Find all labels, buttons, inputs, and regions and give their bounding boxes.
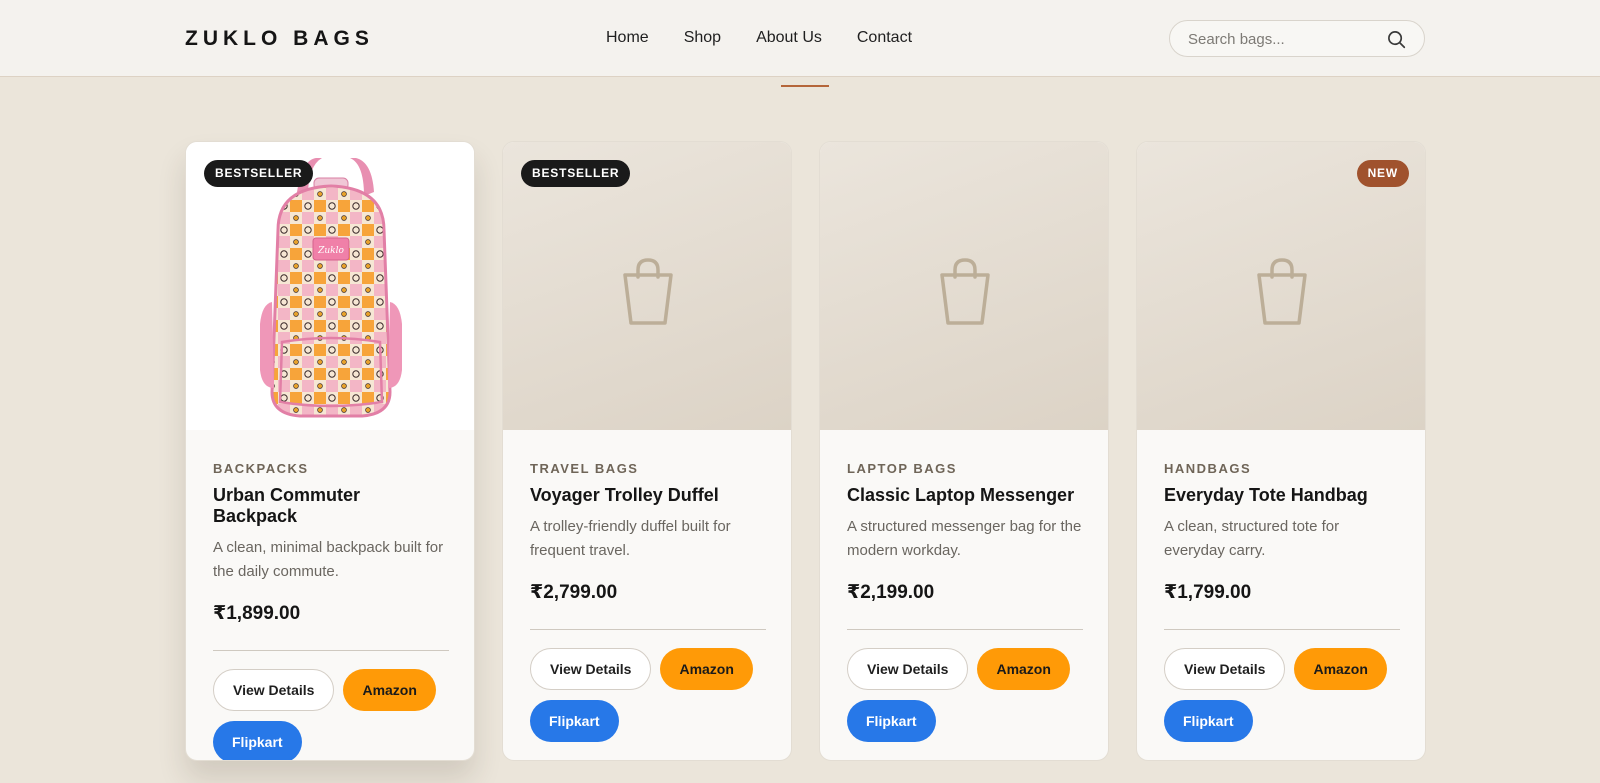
shopping-bag-icon bbox=[940, 258, 990, 325]
product-name[interactable]: Urban Commuter Backpack bbox=[213, 485, 449, 527]
product-price: ₹1,899.00 bbox=[213, 603, 301, 624]
product-category: BACKPACKS bbox=[213, 461, 309, 476]
product-price: ₹1,799.00 bbox=[1164, 582, 1252, 603]
backpack-photo: Zuklo bbox=[260, 158, 402, 418]
card-actions: View Details Amazon Flipkart bbox=[530, 648, 766, 742]
section-accent-line bbox=[781, 85, 829, 87]
card-actions: View Details Amazon Flipkart bbox=[1164, 648, 1400, 742]
product-image[interactable]: BESTSELLER bbox=[503, 142, 791, 430]
product-category: LAPTOP BAGS bbox=[847, 461, 957, 476]
product-image[interactable]: Zuklo BESTSELLER bbox=[186, 142, 474, 430]
card-divider bbox=[530, 629, 766, 630]
product-price: ₹2,799.00 bbox=[530, 582, 618, 603]
nav-contact[interactable]: Contact bbox=[857, 29, 912, 47]
card-body: BACKPACKS Urban Commuter Backpack A clea… bbox=[213, 430, 449, 760]
view-details-button[interactable]: View Details bbox=[530, 648, 652, 690]
flipkart-button[interactable]: Flipkart bbox=[213, 721, 302, 760]
brand-logo[interactable]: ZUKLO BAGS bbox=[185, 27, 374, 51]
product-description: A clean, minimal backpack built for the … bbox=[213, 539, 444, 580]
product-card[interactable]: BESTSELLER TRAVEL BAGS Voyager Trolley D… bbox=[502, 141, 792, 761]
new-badge: NEW bbox=[1356, 160, 1409, 187]
product-description: A clean, structured tote for everyday ca… bbox=[1164, 518, 1340, 559]
product-card[interactable]: LAPTOP BAGS Classic Laptop Messenger A s… bbox=[819, 141, 1109, 761]
view-details-button[interactable]: View Details bbox=[1164, 648, 1286, 690]
card-body: LAPTOP BAGS Classic Laptop Messenger A s… bbox=[847, 430, 1083, 742]
shopping-bag-icon bbox=[623, 258, 673, 325]
product-price: ₹2,199.00 bbox=[847, 582, 935, 603]
search-box bbox=[1169, 20, 1425, 57]
view-details-button[interactable]: View Details bbox=[847, 648, 969, 690]
search-input[interactable] bbox=[1188, 29, 1378, 49]
card-body: HANDBAGS Everyday Tote Handbag A clean, … bbox=[1164, 430, 1400, 742]
product-card[interactable]: NEW HANDBAGS Everyday Tote Handbag A cle… bbox=[1136, 141, 1426, 761]
card-divider bbox=[847, 629, 1083, 630]
product-image[interactable]: NEW bbox=[1137, 142, 1425, 430]
flipkart-button[interactable]: Flipkart bbox=[847, 700, 936, 742]
site-header: ZUKLO BAGS Home Shop About Us Contact bbox=[0, 0, 1600, 77]
nav-shop[interactable]: Shop bbox=[684, 29, 721, 47]
flipkart-button[interactable]: Flipkart bbox=[530, 700, 619, 742]
product-image[interactable] bbox=[820, 142, 1108, 430]
bestseller-badge: BESTSELLER bbox=[204, 160, 314, 187]
svg-text:Zuklo: Zuklo bbox=[317, 246, 344, 256]
product-category: TRAVEL BAGS bbox=[530, 461, 639, 476]
product-card[interactable]: Zuklo BESTSELLER BACKPACKS Urban Commute… bbox=[185, 141, 475, 761]
product-category: HANDBAGS bbox=[1164, 461, 1252, 476]
search-icon[interactable] bbox=[1387, 30, 1406, 49]
product-grid: Zuklo BESTSELLER BACKPACKS Urban Commute… bbox=[185, 141, 1426, 761]
shopping-bag-icon bbox=[1257, 258, 1307, 325]
view-details-button[interactable]: View Details bbox=[213, 669, 335, 711]
card-divider bbox=[1164, 629, 1400, 630]
product-name[interactable]: Voyager Trolley Duffel bbox=[530, 485, 766, 506]
card-divider bbox=[213, 650, 449, 651]
nav-home[interactable]: Home bbox=[606, 29, 649, 47]
amazon-button[interactable]: Amazon bbox=[660, 648, 753, 690]
main-nav: Home Shop About Us Contact bbox=[606, 29, 947, 47]
nav-about-us[interactable]: About Us bbox=[756, 29, 822, 47]
amazon-button[interactable]: Amazon bbox=[343, 669, 436, 711]
bestseller-badge: BESTSELLER bbox=[521, 160, 631, 187]
card-actions: View Details Amazon Flipkart bbox=[213, 669, 449, 760]
flipkart-button[interactable]: Flipkart bbox=[1164, 700, 1253, 742]
card-body: TRAVEL BAGS Voyager Trolley Duffel A tro… bbox=[530, 430, 766, 742]
amazon-button[interactable]: Amazon bbox=[1294, 648, 1387, 690]
amazon-button[interactable]: Amazon bbox=[977, 648, 1070, 690]
product-name[interactable]: Everyday Tote Handbag bbox=[1164, 485, 1400, 506]
product-description: A trolley-friendly duffel built for freq… bbox=[530, 518, 731, 559]
product-name[interactable]: Classic Laptop Messenger bbox=[847, 485, 1083, 506]
product-description: A structured messenger bag for the moder… bbox=[847, 518, 1082, 559]
card-actions: View Details Amazon Flipkart bbox=[847, 648, 1083, 742]
